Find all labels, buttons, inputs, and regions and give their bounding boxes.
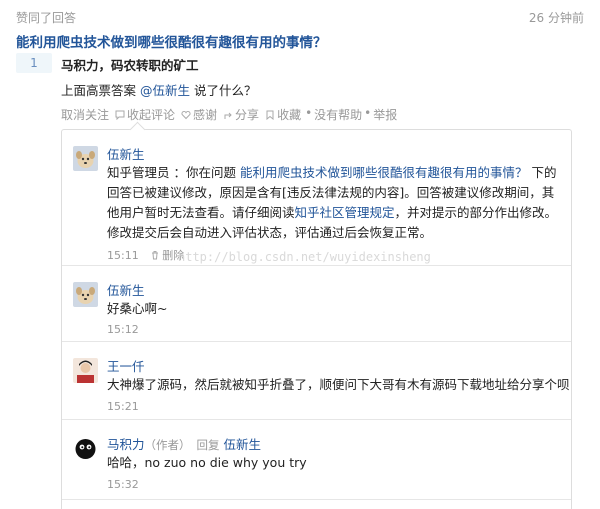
answer-text: 上面高票答案 @伍新生 说了什么？: [61, 80, 256, 99]
comment-item: 马积力（作者） 回复 伍新生 哈哈，no zuo no die why you …: [62, 420, 571, 500]
comment-meta: 15:11 删除: [107, 247, 184, 263]
share-icon: [223, 110, 233, 120]
collapse-comments-label: 收起评论: [127, 108, 176, 122]
vote-count[interactable]: 1: [16, 53, 52, 73]
thanks-button[interactable]: 感谢: [181, 106, 217, 123]
comment-box: 伍新生 知乎管理员 ：你在问题 能利用爬虫技术做到哪些很酷很有趣很有用的事情？ …: [61, 121, 572, 509]
community-rules-link[interactable]: 知乎社区管理规定: [295, 205, 395, 220]
avatar[interactable]: [73, 146, 98, 171]
author-tag: （作者）: [144, 438, 191, 452]
comment-item: 伍新生 好桑心啊~ 15:12: [62, 266, 571, 342]
comment-time: 15:12: [107, 323, 139, 336]
avatar[interactable]: [73, 436, 98, 461]
comment-time: 15:11: [107, 249, 139, 262]
report-button[interactable]: 举报: [373, 106, 397, 123]
bookmark-icon: [265, 110, 275, 120]
share-button[interactable]: 分享: [223, 106, 259, 123]
comment-author[interactable]: 伍新生: [107, 144, 145, 163]
comment-author[interactable]: 伍新生: [107, 280, 145, 299]
avatar[interactable]: [73, 358, 98, 383]
avatar[interactable]: [73, 282, 98, 307]
question-link[interactable]: 能利用爬虫技术做到哪些很酷很有趣很有用的事情？: [240, 165, 528, 180]
comment-time: 15:21: [107, 400, 139, 413]
comment-text-part: 知乎管理员 ：你在问题: [107, 165, 240, 180]
question-title[interactable]: 能利用爬虫技术做到哪些很酷很有趣很有用的事情？: [16, 31, 327, 51]
share-label: 分享: [235, 108, 260, 122]
comment-time: 15:32: [107, 478, 139, 491]
reply-word: 回复: [196, 438, 220, 452]
delete-label: 删除: [162, 249, 185, 262]
separator-dot: •: [364, 106, 372, 120]
favorite-label: 收藏: [277, 108, 302, 122]
comment-text: 大神爆了源码，然后就被知乎折叠了，顺便问下大哥有木有源码下载地址给分享个呗: [107, 377, 570, 392]
activity-time: 26 分钟前: [528, 11, 584, 25]
delete-button[interactable]: 删除: [150, 247, 184, 263]
unfollow-button[interactable]: 取消关注: [61, 106, 109, 123]
activity-line: 赞同了回答: [16, 11, 77, 25]
heart-icon: [181, 110, 191, 120]
comment-text: 好桑心啊~: [107, 301, 168, 316]
answer-author[interactable]: 马积力，码农转职的矿工: [61, 55, 199, 74]
reply-to-user[interactable]: 伍新生: [223, 437, 261, 452]
comment-icon: [115, 110, 125, 120]
comment-author-line: 马积力（作者） 回复 伍新生: [107, 434, 261, 453]
mention-link[interactable]: @伍新生: [140, 83, 190, 98]
answer-text-prefix: 上面高票答案: [61, 83, 140, 98]
comment-author[interactable]: 王一仟: [107, 356, 145, 375]
comment-text: 哈哈，no zuo no die why you try: [107, 455, 307, 470]
answer-text-suffix: 说了什么？: [190, 83, 257, 98]
trash-icon: [150, 250, 160, 260]
thanks-label: 感谢: [193, 108, 218, 122]
no-help-button[interactable]: 没有帮助: [314, 106, 362, 123]
comment-item: 王一仟 大神爆了源码，然后就被知乎折叠了，顺便问下大哥有木有源码下载地址给分享个…: [62, 342, 571, 420]
collapse-comments-button[interactable]: 收起评论: [115, 106, 175, 123]
comment-author[interactable]: 马积力: [107, 437, 145, 452]
comment-item: 伍新生 知乎管理员 ：你在问题 能利用爬虫技术做到哪些很酷很有趣很有用的事情？ …: [62, 130, 571, 266]
separator-dot: •: [305, 106, 313, 120]
favorite-button[interactable]: 收藏: [265, 106, 301, 123]
answer-actions: 取消关注 收起评论 感谢 分享 收藏 • 没有帮助 • 举报: [61, 106, 397, 123]
comment-text: 知乎管理员 ：你在问题 能利用爬虫技术做到哪些很酷很有趣很有用的事情？ 下的回答…: [107, 163, 562, 243]
